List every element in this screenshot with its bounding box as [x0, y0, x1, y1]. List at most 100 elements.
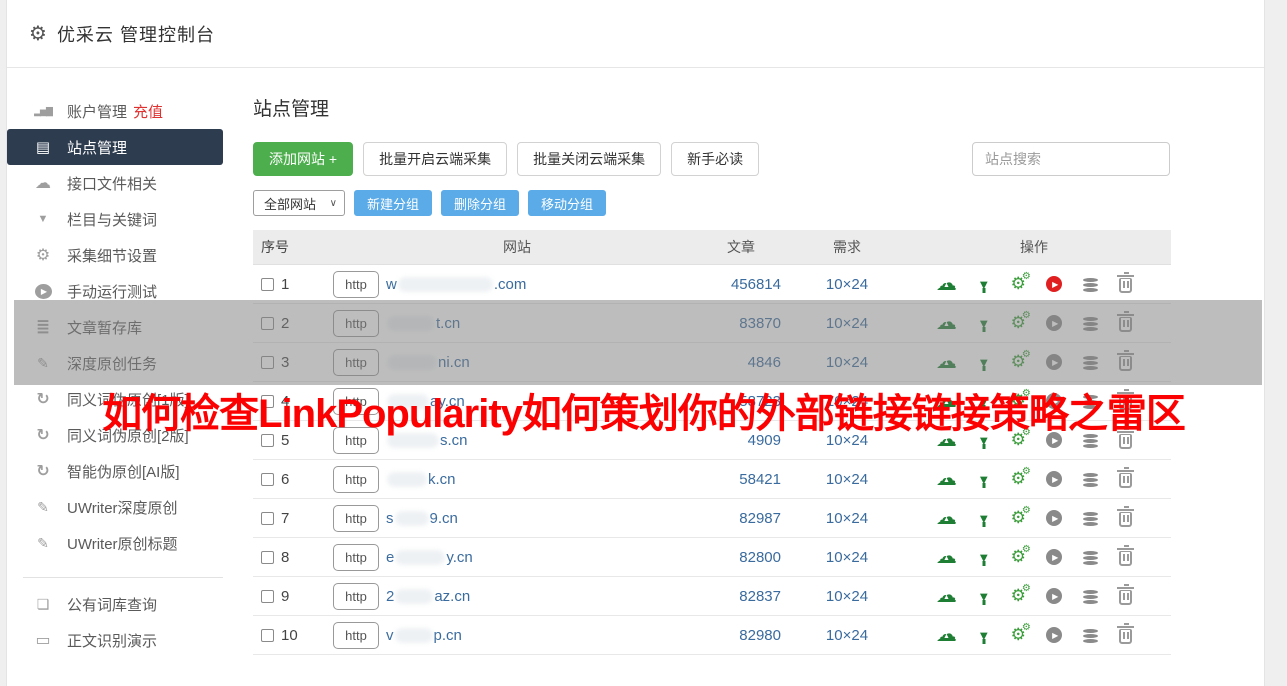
filter-icon[interactable] [977, 472, 990, 487]
demand-link[interactable]: 10×24 [801, 588, 893, 605]
database-icon[interactable] [1083, 589, 1099, 603]
play-icon[interactable] [1046, 471, 1063, 487]
gears-icon[interactable] [1011, 271, 1031, 294]
http-protocol-button[interactable]: http [333, 621, 379, 649]
sidebar-item[interactable]: 栏目与关键词 [7, 201, 239, 237]
sidebar-item-icon [31, 535, 55, 552]
cloud-upload-icon[interactable] [936, 472, 957, 486]
filter-icon[interactable] [977, 628, 990, 643]
redacted-domain-blur [395, 588, 434, 604]
redacted-domain-blur [397, 276, 493, 292]
sidebar-item[interactable]: 站点管理 [7, 129, 223, 165]
trash-icon[interactable] [1117, 272, 1134, 293]
sidebar-item[interactable]: 正文识别演示 [7, 622, 239, 658]
filter-icon[interactable] [977, 589, 990, 604]
sidebar-item[interactable]: 公有词库查询 [7, 586, 239, 622]
row-checkbox[interactable] [261, 550, 274, 564]
article-count-link[interactable]: 456814 [701, 276, 781, 293]
sidebar-item[interactable]: 智能伪原创[AI版] [7, 453, 239, 489]
sidebar-item[interactable]: 接口文件相关 [7, 165, 239, 201]
sidebar-item[interactable]: UWriter深度原创 [7, 489, 239, 525]
sidebar-item[interactable]: UWriter原创标题 [7, 525, 239, 561]
cloud-upload-icon[interactable] [936, 277, 957, 291]
sidebar-item[interactable]: 采集细节设置 [7, 237, 239, 273]
database-icon[interactable] [1083, 511, 1099, 525]
gears-icon[interactable] [1011, 544, 1031, 567]
sidebar-item-label: UWriter原创标题 [67, 535, 178, 553]
row-index: 7 [281, 509, 290, 527]
database-icon[interactable] [1083, 628, 1099, 642]
batch-close-cloud-button[interactable]: 批量关闭云端采集 [517, 142, 662, 176]
http-protocol-button[interactable]: http [333, 504, 379, 532]
sidebar-item-icon [31, 596, 55, 613]
trash-icon[interactable] [1117, 584, 1134, 605]
http-protocol-button[interactable]: http [333, 270, 379, 298]
group-filter-value: 全部网站 [264, 196, 317, 212]
demand-link[interactable]: 10×24 [801, 471, 893, 488]
gears-icon[interactable] [1011, 466, 1031, 489]
site-domain-link[interactable]: 2 az.cn [386, 588, 470, 605]
play-icon[interactable] [1046, 276, 1063, 292]
row-checkbox[interactable] [261, 511, 274, 525]
site-domain-link[interactable]: s 9.cn [386, 510, 458, 527]
article-count-link[interactable]: 82980 [701, 627, 781, 644]
database-icon[interactable] [1083, 550, 1099, 564]
http-protocol-button[interactable]: http [333, 543, 379, 571]
filter-icon[interactable] [977, 277, 990, 292]
domain-suffix: k.cn [428, 470, 456, 488]
add-site-button[interactable]: 添加网站 + [253, 142, 354, 176]
article-count-link[interactable]: 82987 [701, 510, 781, 527]
cloud-upload-icon[interactable] [936, 511, 957, 525]
gears-icon[interactable] [1011, 622, 1031, 645]
filter-icon[interactable] [977, 550, 990, 565]
actions-cell [936, 271, 1134, 294]
demand-link[interactable]: 10×24 [801, 276, 893, 293]
demand-link[interactable]: 10×24 [801, 627, 893, 644]
site-search-input[interactable] [972, 142, 1170, 176]
sidebar-item-label: 接口文件相关 [67, 175, 158, 193]
trash-icon[interactable] [1117, 506, 1134, 527]
http-protocol-button[interactable]: http [333, 465, 379, 493]
http-protocol-button[interactable]: http [333, 582, 379, 610]
site-domain-link[interactable]: w .com [386, 276, 526, 293]
group-filter-select[interactable]: 全部网站 ∨ [253, 190, 345, 216]
row-checkbox[interactable] [261, 277, 274, 291]
sidebar-item-icon [31, 173, 55, 193]
site-domain-link[interactable]: e y.cn [386, 549, 473, 566]
article-count-link[interactable]: 58421 [701, 471, 781, 488]
table-row: 6 http k.cn 58421 10×24 [253, 460, 1171, 499]
site-domain-link[interactable]: k.cn [386, 471, 456, 488]
demand-link[interactable]: 10×24 [801, 549, 893, 566]
database-icon[interactable] [1083, 472, 1099, 486]
gears-icon[interactable] [1011, 505, 1031, 528]
database-icon[interactable] [1083, 277, 1099, 291]
trash-icon[interactable] [1117, 545, 1134, 566]
cloud-upload-icon[interactable] [936, 628, 957, 642]
recharge-link[interactable]: 充值 [133, 101, 163, 122]
play-icon[interactable] [1046, 627, 1063, 643]
play-icon[interactable] [1046, 510, 1063, 526]
demand-link[interactable]: 10×24 [801, 510, 893, 527]
new-group-button[interactable]: 新建分组 [354, 190, 433, 216]
play-icon[interactable] [1046, 588, 1063, 604]
row-checkbox[interactable] [261, 589, 274, 603]
batch-open-cloud-button[interactable]: 批量开启云端采集 [363, 142, 508, 176]
row-checkbox[interactable] [261, 472, 274, 486]
cloud-upload-icon[interactable] [936, 550, 957, 564]
article-count-link[interactable]: 82837 [701, 588, 781, 605]
filter-icon[interactable] [977, 511, 990, 526]
delete-group-button[interactable]: 删除分组 [441, 190, 520, 216]
actions-cell [936, 583, 1134, 606]
move-group-button[interactable]: 移动分组 [528, 190, 607, 216]
trash-icon[interactable] [1117, 623, 1134, 644]
trash-icon[interactable] [1117, 467, 1134, 488]
site-domain-link[interactable]: v p.cn [386, 627, 462, 644]
cloud-upload-icon[interactable] [936, 589, 957, 603]
newbie-guide-button[interactable]: 新手必读 [671, 142, 760, 176]
gears-icon[interactable] [1011, 583, 1031, 606]
sidebar-item[interactable]: 账户管理 充值 [7, 93, 239, 129]
article-count-link[interactable]: 82800 [701, 549, 781, 566]
play-icon[interactable] [1046, 549, 1063, 565]
sidebar-item-label: 正文识别演示 [67, 632, 158, 650]
row-checkbox[interactable] [261, 628, 274, 642]
